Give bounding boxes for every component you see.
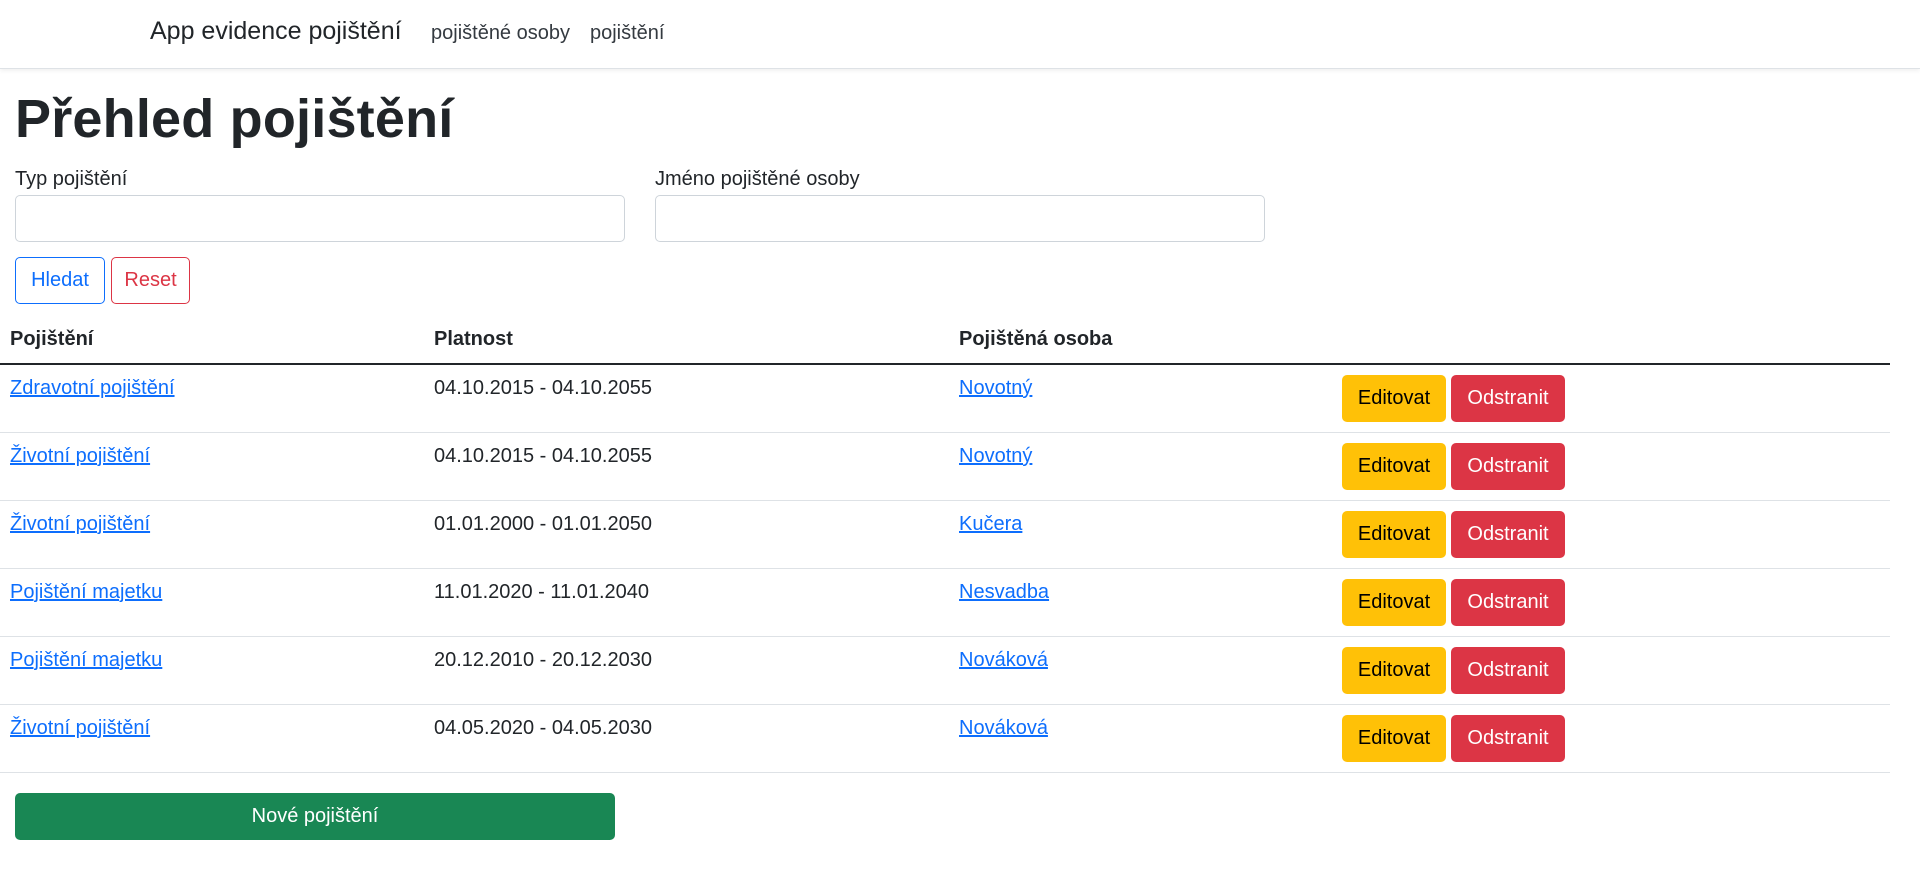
delete-button[interactable]: Odstranit	[1451, 511, 1565, 558]
table-row: Životní pojištění 04.05.2020 - 04.05.203…	[0, 705, 1890, 773]
delete-button[interactable]: Odstranit	[1451, 579, 1565, 626]
reset-button[interactable]: Reset	[111, 257, 190, 304]
validity-text: 04.10.2015 - 04.10.2055	[434, 377, 652, 399]
search-button[interactable]: Hledat	[15, 257, 105, 304]
edit-button[interactable]: Editovat	[1342, 647, 1446, 694]
navbar-brand[interactable]: App evidence pojištění	[150, 17, 402, 46]
table-header: Pojištění Platnost Pojištěná osoba	[0, 318, 1890, 365]
insured-person-link[interactable]: Novotný	[959, 445, 1032, 468]
nav-link-insurances[interactable]: pojištění	[590, 22, 665, 45]
validity-text: 04.05.2020 - 04.05.2030	[434, 717, 652, 739]
edit-button[interactable]: Editovat	[1342, 579, 1446, 626]
navbar: App evidence pojištění pojištěné osoby p…	[0, 0, 1920, 69]
table-row: Pojištění majetku 11.01.2020 - 11.01.204…	[0, 569, 1890, 637]
column-header-insured-person: Pojištěná osoba	[959, 328, 1113, 350]
validity-text: 11.01.2020 - 11.01.2040	[434, 581, 649, 603]
table-row: Pojištění majetku 20.12.2010 - 20.12.203…	[0, 637, 1890, 705]
validity-text: 01.01.2000 - 01.01.2050	[434, 513, 652, 535]
edit-button[interactable]: Editovat	[1342, 443, 1446, 490]
insurance-table: Pojištění Platnost Pojištěná osoba Zdrav…	[0, 318, 1890, 773]
insurance-link[interactable]: Pojištění majetku	[10, 649, 162, 672]
table-row: Zdravotní pojištění 04.10.2015 - 04.10.2…	[0, 365, 1890, 433]
column-header-insurance: Pojištění	[10, 328, 94, 350]
edit-button[interactable]: Editovat	[1342, 511, 1446, 558]
insured-person-name-label: Jméno pojištěné osoby	[655, 168, 860, 190]
insurance-type-input[interactable]	[15, 195, 625, 242]
page-title: Přehled pojištění	[15, 89, 454, 149]
insured-person-link[interactable]: Nováková	[959, 717, 1048, 740]
delete-button[interactable]: Odstranit	[1451, 443, 1565, 490]
delete-button[interactable]: Odstranit	[1451, 647, 1565, 694]
insured-person-link[interactable]: Nesvadba	[959, 581, 1049, 604]
new-insurance-button[interactable]: Nové pojištění	[15, 793, 615, 840]
delete-button[interactable]: Odstranit	[1451, 375, 1565, 422]
insurance-link[interactable]: Životní pojištění	[10, 513, 150, 536]
validity-text: 04.10.2015 - 04.10.2055	[434, 445, 652, 467]
insurance-type-label: Typ pojištění	[15, 168, 128, 190]
insurance-link[interactable]: Životní pojištění	[10, 445, 150, 468]
edit-button[interactable]: Editovat	[1342, 375, 1446, 422]
column-header-validity: Platnost	[434, 328, 513, 350]
table-row: Životní pojištění 04.10.2015 - 04.10.205…	[0, 433, 1890, 501]
validity-text: 20.12.2010 - 20.12.2030	[434, 649, 652, 671]
table-row: Životní pojištění 01.01.2000 - 01.01.205…	[0, 501, 1890, 569]
insured-person-name-input[interactable]	[655, 195, 1265, 242]
insurance-link[interactable]: Zdravotní pojištění	[10, 377, 175, 400]
insured-person-link[interactable]: Nováková	[959, 649, 1048, 672]
insured-person-link[interactable]: Novotný	[959, 377, 1032, 400]
insurance-link[interactable]: Pojištění majetku	[10, 581, 162, 604]
insured-person-link[interactable]: Kučera	[959, 513, 1022, 536]
nav-links: pojištěné osoby pojištění	[431, 22, 664, 45]
edit-button[interactable]: Editovat	[1342, 715, 1446, 762]
delete-button[interactable]: Odstranit	[1451, 715, 1565, 762]
insurance-link[interactable]: Životní pojištění	[10, 717, 150, 740]
nav-link-insured-persons[interactable]: pojištěné osoby	[431, 22, 570, 45]
